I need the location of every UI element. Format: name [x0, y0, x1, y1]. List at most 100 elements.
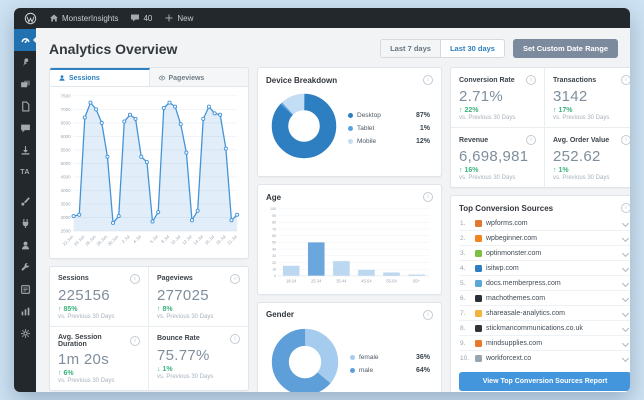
chevron-down-icon[interactable] [621, 249, 630, 257]
svg-text:55-64: 55-64 [386, 279, 397, 284]
stat-title: Avg. Order Value [553, 136, 610, 144]
chevron-down-icon[interactable] [621, 279, 630, 287]
info-icon[interactable]: i [230, 333, 240, 344]
info-icon[interactable]: i [621, 75, 630, 85]
stat-compare-label: vs. Previous 30 Days [157, 373, 214, 380]
conversion-source-row[interactable]: 6. machothemes.com [459, 291, 630, 306]
panel-title: Top Conversion Sources [459, 203, 554, 213]
svg-text:3500: 3500 [61, 202, 72, 207]
stat-card-pageviews: Pageviews i 277025 ↑ 8% vs. Previous 30 Days [149, 267, 248, 327]
site-home-link[interactable]: MonsterInsights [49, 13, 118, 23]
sidebar-item-pages[interactable] [14, 95, 36, 117]
conversion-source-row[interactable]: 4. isitwp.com [459, 261, 630, 276]
set-custom-date-range-button[interactable]: Set Custom Date Range [512, 39, 618, 58]
stat-card-avg-order-value: Avg. Order Value i 252.62 ↑ 1% vs. Previous … [545, 128, 630, 187]
sidebar-item-gear[interactable] [14, 322, 36, 344]
legend-label: female [359, 354, 379, 362]
device-breakdown-panel: Device Breakdown i Desktop 87% Tablet 1% Mob… [257, 67, 442, 177]
info-icon[interactable]: i [423, 192, 433, 202]
stat-compare-label: vs. Previous 30 Days [553, 115, 610, 121]
chevron-down-icon[interactable] [621, 309, 630, 317]
wordpress-logo-icon[interactable] [24, 12, 37, 25]
sidebar-item-brush[interactable] [14, 190, 36, 212]
conversion-source-row[interactable]: 5. docs.memberpress.com [459, 276, 630, 291]
sidebar-item-gauge[interactable] [14, 29, 36, 51]
range-button-last-7-days[interactable]: Last 7 days [381, 40, 440, 57]
sidebar-item-wrench[interactable] [14, 256, 36, 278]
plus-icon [164, 13, 174, 23]
info-icon[interactable]: i [130, 335, 140, 346]
stat-delta: ↑ 85% [58, 305, 78, 313]
favicon-icon [475, 249, 482, 257]
info-icon[interactable]: i [130, 273, 140, 284]
sidebar-item-grid[interactable] [14, 278, 36, 300]
source-rank: 3. [460, 249, 466, 257]
source-domain: docs.memberpress.com [486, 279, 561, 287]
conversion-source-row[interactable]: 1. wpforms.com [459, 216, 630, 231]
source-domain: optinmonster.com [486, 249, 542, 257]
stat-delta: ↑ 17% [553, 107, 573, 114]
legend-dot [348, 113, 353, 118]
stat-delta: ↑ 22% [459, 107, 479, 114]
svg-text:26 Jun: 26 Jun [84, 234, 97, 247]
legend-label: Desktop [357, 112, 381, 119]
sidebar-item-plug[interactable] [14, 212, 36, 234]
svg-text:0: 0 [274, 274, 276, 278]
info-icon[interactable]: i [621, 135, 630, 145]
info-icon[interactable]: i [423, 75, 433, 85]
source-rank: 10. [460, 354, 470, 362]
conversion-source-row[interactable]: 10. workforcext.co [459, 351, 630, 365]
comments-link[interactable]: 40 [130, 13, 152, 23]
info-icon[interactable]: i [423, 309, 433, 320]
legend-label: male [359, 367, 374, 375]
gender-panel: Gender i female 36% male 64% [257, 301, 442, 392]
conversion-source-row[interactable]: 9. mindsupplies.com [459, 336, 630, 351]
sidebar-item-pin[interactable] [14, 51, 36, 73]
chevron-down-icon[interactable] [621, 339, 630, 347]
info-icon[interactable]: i [621, 203, 630, 213]
favicon-icon [475, 234, 482, 242]
device-legend: Desktop 87% Tablet 1% Mobile 12% [348, 112, 433, 145]
sidebar-item-media[interactable] [14, 73, 36, 95]
svg-text:4500: 4500 [61, 175, 72, 180]
info-icon[interactable]: i [230, 273, 240, 284]
legend-dot [348, 139, 353, 144]
legend-item: Desktop 87% [348, 112, 430, 119]
chevron-down-icon[interactable] [621, 324, 630, 332]
conversion-source-row[interactable]: 7. shareasale-analytics.com [459, 306, 630, 321]
stat-card-transactions: Transactions i 3142 ↑ 17% vs. Previous 30 Da… [545, 68, 630, 128]
range-button-last-30-days[interactable]: Last 30 days [439, 40, 504, 57]
conversion-source-row[interactable]: 3. optinmonster.com [459, 246, 630, 261]
wp-admin-sidebar: TA [14, 28, 36, 392]
sidebar-item-users[interactable] [14, 234, 36, 256]
chevron-down-icon[interactable] [621, 264, 630, 272]
info-icon[interactable]: i [526, 135, 536, 145]
tab-pageviews[interactable]: Pageviews [150, 68, 249, 86]
sidebar-item-comments[interactable] [14, 117, 36, 139]
source-domain: machothemes.com [486, 294, 546, 302]
svg-text:8 Jul: 8 Jul [160, 234, 170, 244]
info-icon[interactable]: i [526, 75, 536, 85]
legend-dot [350, 355, 355, 361]
chevron-down-icon[interactable] [621, 354, 630, 362]
chevron-down-icon[interactable] [621, 219, 630, 227]
source-domain: wpforms.com [486, 219, 528, 227]
stat-delta: ↑ 1% [553, 167, 569, 174]
tab-sessions[interactable]: Sessions [50, 68, 150, 86]
comment-bubble-icon [131, 14, 140, 22]
sidebar-item-chart[interactable] [14, 300, 36, 322]
source-rank: 9. [460, 339, 466, 347]
new-content-link[interactable]: New [164, 13, 193, 23]
source-domain: mindsupplies.com [486, 339, 543, 347]
conversion-source-row[interactable]: 8. stickmancommunications.co.uk [459, 321, 630, 336]
svg-text:5500: 5500 [61, 148, 72, 153]
home-icon [49, 13, 59, 23]
sidebar-item-download[interactable] [14, 139, 36, 161]
chevron-down-icon[interactable] [621, 294, 630, 302]
view-report-button[interactable]: View Top Conversion Sources Report [459, 372, 630, 391]
legend-value: 1% [419, 125, 430, 132]
conversion-source-row[interactable]: 2. wpbeginner.com [459, 231, 630, 246]
chevron-down-icon[interactable] [621, 234, 630, 242]
grid-icon [20, 284, 30, 294]
sidebar-item-ta[interactable]: TA [14, 161, 36, 183]
